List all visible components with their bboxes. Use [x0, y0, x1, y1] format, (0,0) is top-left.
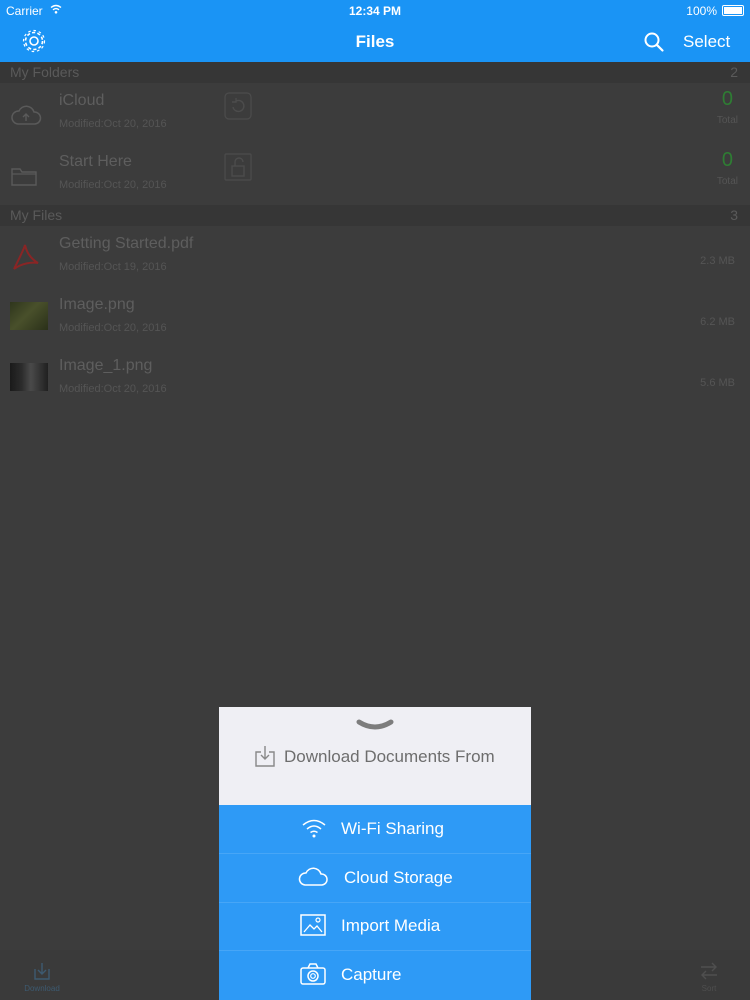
import-media-label: Import Media: [341, 916, 441, 935]
download-icon: [34, 963, 50, 980]
file-size: 2.3 MB: [700, 255, 735, 267]
download-tab-label: Download: [24, 984, 60, 993]
file-modified: Modified:Oct 20, 2016: [59, 383, 167, 395]
download-sheet-title: Download Documents From: [284, 747, 495, 766]
battery-percent: 100%: [686, 4, 717, 18]
files-section-header: My Files 3: [0, 205, 750, 226]
folders-section-count: 2: [730, 64, 738, 80]
download-sheet: Download Documents From Wi-Fi Sharing Cl…: [219, 707, 531, 1000]
page-title: Files: [355, 32, 395, 51]
camera-icon: [300, 963, 326, 985]
pdf-icon: [13, 244, 39, 270]
file-name: Image_1.png: [59, 357, 153, 374]
wifi-icon: [302, 819, 326, 838]
download-icon: [255, 746, 275, 767]
folder-total-label: Total: [716, 115, 738, 126]
download-sheet-header: Download Documents From: [219, 707, 531, 805]
cloud-storage-label: Cloud Storage: [344, 868, 453, 887]
select-button[interactable]: Select: [683, 32, 730, 52]
image-icon: [300, 914, 326, 936]
sort-icon: [701, 962, 717, 980]
cloud-upload-icon: [11, 105, 42, 125]
folder-total-label: Total: [716, 176, 738, 187]
navigation-bar: Files Select: [0, 22, 750, 62]
folder-row-icloud[interactable]: iCloud Modified:Oct 20, 2016 0 Total: [0, 88, 750, 151]
file-row[interactable]: Getting Started.pdf Modified:Oct 19, 201…: [0, 233, 750, 294]
cloud-storage-option[interactable]: Cloud Storage: [219, 854, 531, 903]
file-size: 5.6 MB: [700, 377, 735, 389]
folder-modified: Modified:Oct 20, 2016: [59, 118, 167, 130]
capture-label: Capture: [341, 965, 402, 984]
file-name: Image.png: [59, 296, 135, 313]
folder-icon: [11, 168, 37, 186]
battery-icon: [722, 5, 744, 16]
refresh-icon[interactable]: [224, 92, 252, 120]
folder-item-count: 0: [721, 88, 733, 110]
file-name: Getting Started.pdf: [59, 235, 194, 252]
file-row[interactable]: Image_1.png Modified:Oct 20, 2016 5.6 MB: [0, 355, 750, 416]
sort-tab-label: Sort: [701, 984, 717, 993]
folder-name: iCloud: [59, 92, 105, 109]
unlock-icon[interactable]: [224, 153, 252, 181]
image-thumbnail: [10, 363, 48, 391]
files-section-title: My Files: [10, 207, 63, 223]
image-thumbnail: [10, 302, 48, 330]
file-size: 6.2 MB: [700, 316, 735, 328]
clock: 12:34 PM: [348, 4, 402, 18]
import-media-option[interactable]: Import Media: [219, 902, 531, 951]
file-modified: Modified:Oct 19, 2016: [59, 261, 167, 273]
file-row[interactable]: Image.png Modified:Oct 20, 2016 6.2 MB: [0, 294, 750, 355]
search-icon[interactable]: [643, 31, 665, 53]
file-modified: Modified:Oct 20, 2016: [59, 322, 167, 334]
wifi-sharing-label: Wi-Fi Sharing: [341, 819, 444, 838]
sort-tab[interactable]: Sort: [694, 960, 724, 993]
download-source-list: Wi-Fi Sharing Cloud Storage Import Media: [219, 805, 531, 1000]
wifi-sharing-option[interactable]: Wi-Fi Sharing: [219, 805, 531, 854]
capture-option[interactable]: Capture: [219, 951, 531, 999]
folder-name: Start Here: [59, 153, 132, 170]
folder-row-start-here[interactable]: Start Here Modified:Oct 20, 2016 0 Total: [0, 149, 750, 212]
folder-modified: Modified:Oct 20, 2016: [59, 179, 167, 191]
files-section-count: 3: [730, 207, 738, 223]
cloud-icon: [298, 867, 328, 886]
download-tab[interactable]: Download: [20, 960, 64, 993]
folders-section-header: My Folders 2: [0, 62, 750, 83]
chevron-down-icon[interactable]: [356, 719, 394, 731]
folder-item-count: 0: [721, 149, 733, 171]
folders-section-title: My Folders: [10, 64, 80, 80]
status-bar: Carrier 12:34 PM 100%: [0, 0, 750, 22]
